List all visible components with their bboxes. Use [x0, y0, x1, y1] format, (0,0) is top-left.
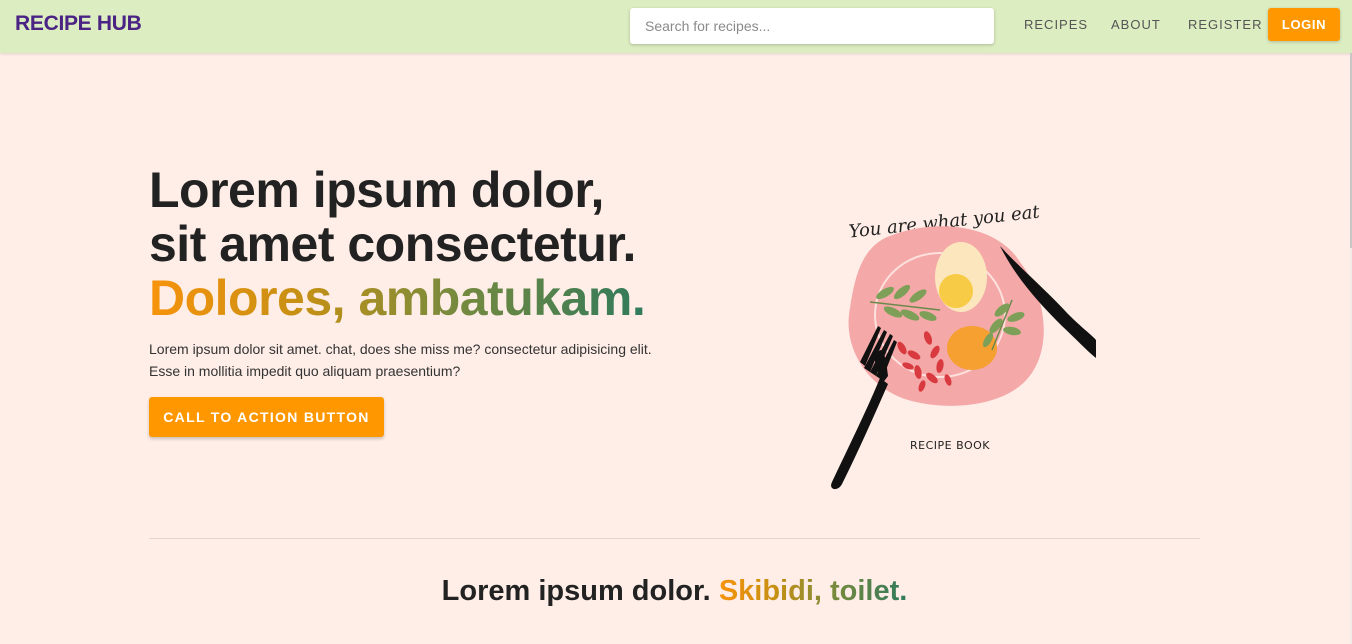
section-divider — [149, 538, 1200, 539]
recipe-book-illustration: You are what you eat RECIPE BOOK — [831, 202, 1096, 490]
nav-link-recipes[interactable]: RECIPES — [1024, 17, 1088, 32]
hero-title: Lorem ipsum dolor, sit amet consectetur.… — [149, 162, 646, 326]
egg-yolk — [939, 274, 973, 308]
hero-title-highlight: Dolores, ambatukam. — [149, 270, 646, 326]
navbar: RECIPE HUB RECIPES ABOUT REGISTER LOGIN — [0, 0, 1352, 53]
search-input[interactable] — [630, 8, 994, 44]
section-title-highlight: Skibidi, toilet. — [718, 575, 908, 607]
illustration-caption-bottom: RECIPE BOOK — [910, 439, 990, 452]
hero-title-line-2: sit amet consectetur. — [149, 216, 636, 272]
brand-logo[interactable]: RECIPE HUB — [15, 12, 142, 36]
call-to-action-button[interactable]: CALL TO ACTION BUTTON — [149, 397, 384, 437]
section-title: Lorem ipsum dolor. Skibidi, toilet. — [0, 575, 1349, 608]
section-title-plain: Lorem ipsum dolor. — [441, 575, 711, 607]
nav-link-about[interactable]: ABOUT — [1111, 17, 1161, 32]
login-button[interactable]: LOGIN — [1268, 8, 1340, 41]
hero-title-line-1: Lorem ipsum dolor, — [149, 162, 604, 218]
nav-link-register[interactable]: REGISTER — [1188, 17, 1262, 32]
orange-food — [947, 326, 997, 370]
hero-description: Lorem ipsum dolor sit amet. chat, does s… — [149, 341, 652, 379]
